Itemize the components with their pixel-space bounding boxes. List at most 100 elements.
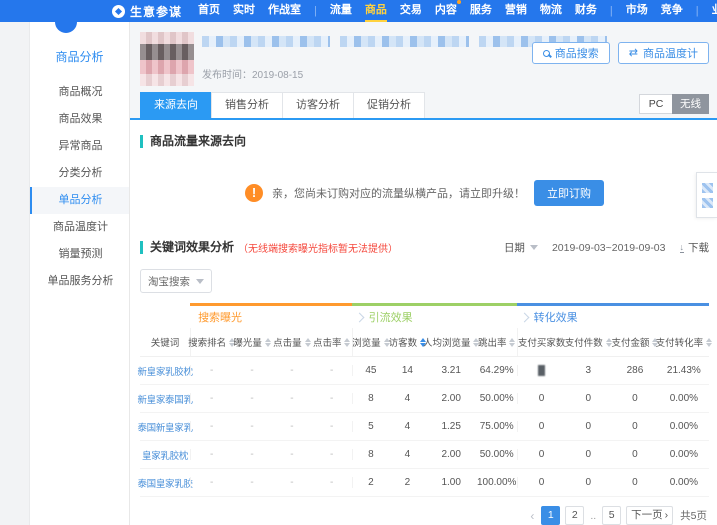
column-header-支付转化率[interactable]: 支付转化率 <box>656 328 713 356</box>
feedback-widget[interactable] <box>696 172 717 218</box>
prev-page-button[interactable]: ‹ <box>528 509 536 523</box>
nav-item-业务专区[interactable]: 业务专区 <box>712 0 717 22</box>
table-cell: 0.00% <box>669 477 699 488</box>
column-label: 支付件数 <box>564 338 603 349</box>
device-option-PC[interactable]: PC <box>639 94 673 114</box>
table-cell: 64.29% <box>479 365 514 376</box>
keyword-link[interactable]: 新皇家泰国乳 <box>137 392 193 406</box>
product-search-button[interactable]: 商品搜索 <box>531 42 610 64</box>
nav-item-交易[interactable]: 交易 <box>400 0 422 22</box>
table-cell: 8 <box>351 393 390 404</box>
nav-item-财务[interactable]: 财务 <box>575 0 597 22</box>
sidebar-item-商品温度计[interactable]: 商品温度计 <box>30 214 129 241</box>
column-label: 人均浏览量 <box>422 338 471 349</box>
keyword-link[interactable]: 新皇家乳胶枕 <box>137 364 193 378</box>
table-cell: - <box>190 449 232 460</box>
column-header-人均浏览量[interactable]: 人均浏览量 <box>422 328 480 356</box>
sidebar-item-商品概况[interactable]: 商品概况 <box>30 79 129 106</box>
product-search-label: 商品搜索 <box>554 48 599 60</box>
column-header-支付件数[interactable]: 支付件数 <box>564 328 612 356</box>
tab-促销分析[interactable]: 促销分析 <box>353 92 425 118</box>
tab-来源去向[interactable]: 来源去向 <box>140 92 212 118</box>
sort-icon[interactable] <box>304 337 311 347</box>
table-cell: 4 <box>404 393 411 404</box>
date-filter[interactable]: 日期 <box>504 240 538 255</box>
table-row: 皇家乳胶枕 - - - -8 4 2.00 50.00% 0 0 0 0.00% <box>140 441 709 469</box>
column-header-搜索排名[interactable]: 搜索排名 <box>188 328 236 356</box>
nav-item-服务[interactable]: 服务 <box>470 0 492 22</box>
keyword-link[interactable]: 皇家乳胶枕 <box>140 448 190 462</box>
table-cell: - <box>250 449 254 460</box>
sidebar-item-分类分析[interactable]: 分类分析 <box>30 160 129 187</box>
table-cell: - <box>250 393 254 404</box>
channel-select[interactable]: 淘宝搜索 <box>140 269 212 293</box>
tabs-row: 来源去向 销售分析 访客分析 促销分析 PC 无线 <box>130 92 717 120</box>
table-cell: - <box>330 393 334 404</box>
column-label: 点击率 <box>312 338 342 349</box>
group-label: 引流效果 <box>368 312 413 324</box>
tab-访客分析[interactable]: 访客分析 <box>282 92 354 118</box>
nav-item-竞争[interactable]: 竞争 <box>661 0 683 22</box>
nav-item-物流[interactable]: 物流 <box>540 0 562 22</box>
product-thermometer-button[interactable]: ⇄ 商品温度计 <box>617 42 709 64</box>
nav-item-实时[interactable]: 实时 <box>233 0 255 22</box>
column-header-支付金额[interactable]: 支付金额 <box>611 328 659 356</box>
table-cell: 50.00% <box>479 393 514 404</box>
sidebar-item-单品分析[interactable]: 单品分析 <box>30 187 129 214</box>
keyword-link[interactable]: 泰国新皇家乳 <box>137 420 193 434</box>
table-cell: 14 <box>401 365 413 376</box>
page-button-2[interactable]: 2 <box>565 506 585 525</box>
nav-item-作战室[interactable]: 作战室 <box>268 0 301 22</box>
column-header-点击量[interactable]: 点击量 <box>272 328 312 356</box>
column-header-关键词: 关键词 <box>150 338 180 349</box>
column-label: 访客数 <box>388 338 418 349</box>
sidebar-top-arc <box>55 22 77 33</box>
tab-销售分析[interactable]: 销售分析 <box>211 92 283 118</box>
table-cell: 0 <box>632 477 638 488</box>
table-cell: 21.43% <box>666 365 701 376</box>
nav-item-营销[interactable]: 营销 <box>505 0 527 22</box>
pagination-pages: 1 2.. 5 <box>541 506 622 525</box>
sidebar-item-单品服务分析[interactable]: 单品服务分析 <box>30 268 129 295</box>
page-button-1[interactable]: 1 <box>541 506 561 525</box>
sort-icon[interactable] <box>264 337 271 347</box>
next-page-button[interactable]: 下一页 › <box>626 506 674 525</box>
sort-icon[interactable] <box>706 337 713 347</box>
sort-icon[interactable] <box>344 337 351 347</box>
sidebar-item-商品效果[interactable]: 商品效果 <box>30 106 129 133</box>
keyword-link[interactable]: 泰国皇家乳胶 <box>137 476 193 490</box>
keyword-section-header: 关键词效果分析 （无线端搜索曝光指标暂无法提供） 日期 2019-09-03~2… <box>140 240 709 255</box>
device-option-无线[interactable]: 无线 <box>672 94 709 114</box>
column-header-访客数[interactable]: 访客数 <box>388 328 427 356</box>
product-image-censored <box>140 32 194 86</box>
page-button-5[interactable]: 5 <box>602 506 622 525</box>
column-header-浏览量[interactable]: 浏览量 <box>351 328 390 356</box>
table-cell: 2.00 <box>441 449 461 460</box>
chevron-right-icon <box>354 312 365 322</box>
nav-item-内容[interactable]: 内容 <box>435 0 461 22</box>
nav-item-流量[interactable]: 流量 <box>330 0 352 22</box>
table-cell: 4 <box>404 449 411 460</box>
table-cell: 75.00% <box>479 421 514 432</box>
column-header-跳出率[interactable]: 跳出率 <box>477 328 517 356</box>
column-header-点击率[interactable]: 点击率 <box>312 328 352 356</box>
download-button[interactable]: ↓ 下载 <box>679 240 709 255</box>
nav-item-商品[interactable]: 商品 <box>364 0 387 22</box>
column-header-曝光量[interactable]: 曝光量 <box>232 328 272 356</box>
sidebar-item-异常商品[interactable]: 异常商品 <box>30 133 129 160</box>
layout: 商品分析 商品概况 商品效果 异常商品 分类分析 单品分析 商品温度计 销量预测 单品服务分析… <box>0 22 717 525</box>
tab-bar: 来源去向 销售分析 访客分析 促销分析 <box>140 92 425 118</box>
table-cell: - <box>250 365 254 376</box>
nav-item-市场[interactable]: 市场 <box>626 0 648 22</box>
sidebar-item-销量预测[interactable]: 销量预测 <box>30 241 129 268</box>
brand[interactable]: 生意参谋 <box>112 3 182 20</box>
sort-icon[interactable] <box>509 337 516 347</box>
nav-item-首页[interactable]: 首页 <box>198 0 220 22</box>
table-cell: 0 <box>632 421 638 432</box>
order-now-button[interactable]: 立即订购 <box>534 180 604 206</box>
keyword-section-note: （无线端搜索曝光指标暂无法提供） <box>238 244 399 255</box>
table-cell: - <box>190 393 232 404</box>
table-cell: - <box>190 365 232 376</box>
table-cell: - <box>290 365 294 376</box>
download-label: 下载 <box>688 242 709 254</box>
